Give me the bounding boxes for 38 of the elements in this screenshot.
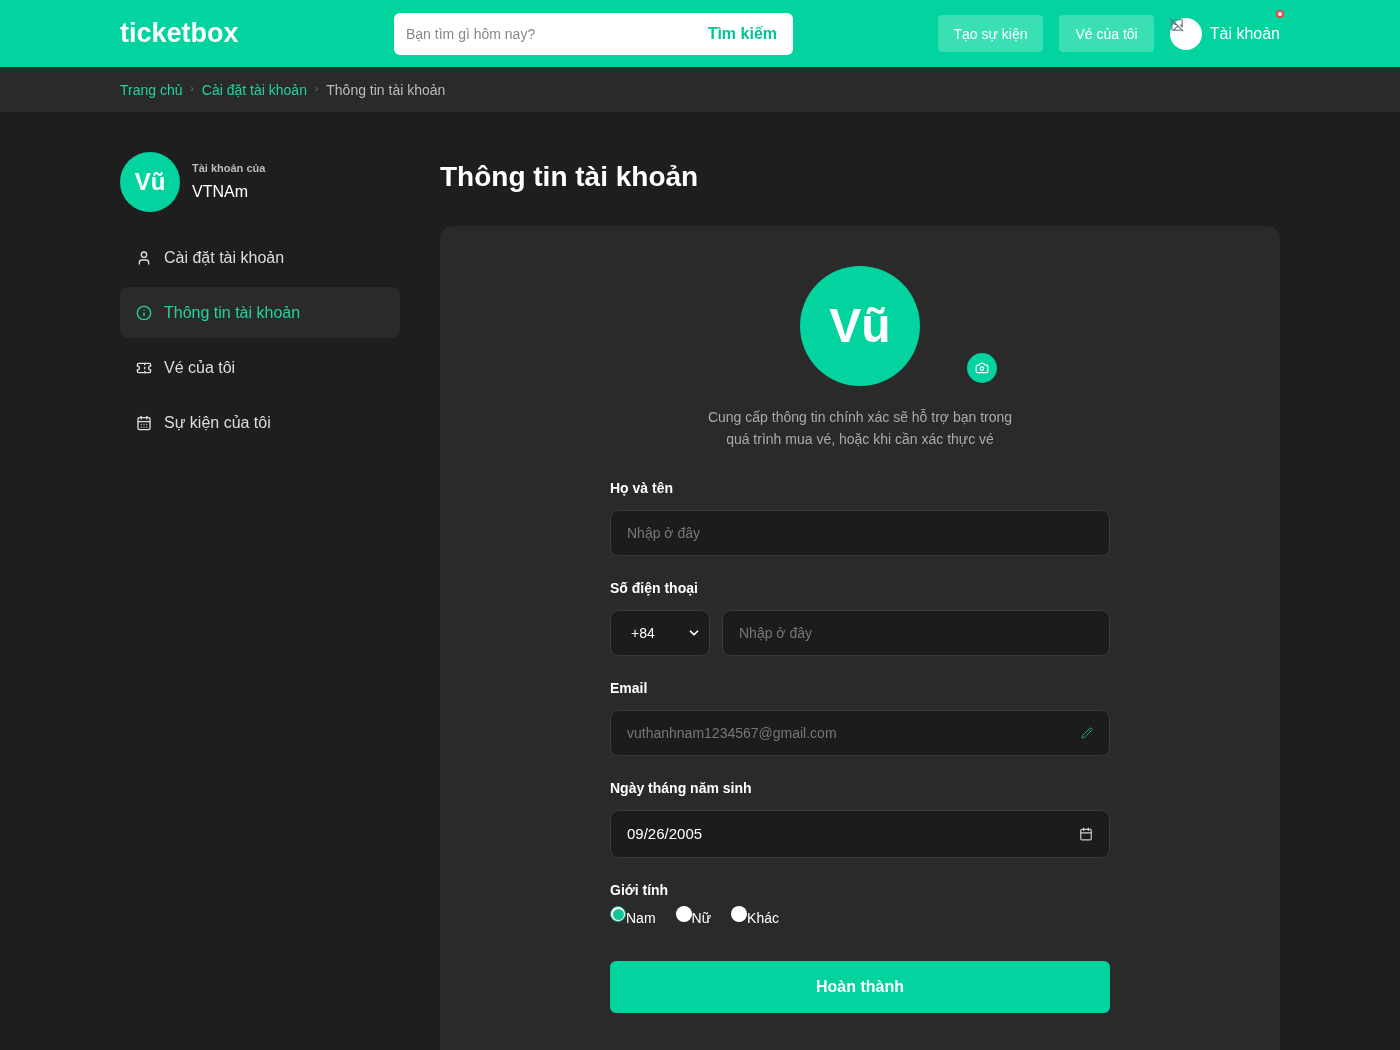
email-field[interactable]: vuthanhnam1234567@gmail.com (610, 710, 1110, 756)
field-label: Email (610, 679, 649, 698)
avatar: Vũ (120, 152, 180, 212)
user-icon (136, 249, 152, 266)
name-field[interactable]: Nhập ở đây (610, 510, 1110, 556)
separator-icon: › (314, 82, 319, 97)
field-label: Họ và tên (610, 479, 674, 498)
profile-avatar: Vũ (800, 266, 920, 386)
account-caption: Tài khoản của (192, 160, 266, 176)
sidebar-item[interactable]: Cài đặt tài khoản (120, 232, 400, 283)
description: Cung cấp thông tin chính xác sẽ hỗ trợ bạn trong quá trình mua vé, hoặc khi cần xác thực vé (706, 408, 1014, 449)
calendar-icon (1079, 827, 1093, 841)
broken-image-icon (1169, 17, 1184, 32)
date-field[interactable]: 09/26/2005 (610, 810, 1110, 858)
avatar-icon[interactable] (1169, 17, 1202, 50)
sidebar-item[interactable]: Sự kiện của tôi (120, 397, 400, 448)
pencil-icon (1081, 727, 1093, 739)
gender-radio[interactable]: Nữ (675, 908, 712, 928)
info-icon (136, 304, 152, 321)
field-label: Giới tính (610, 881, 670, 900)
email-value: vuthanhnam1234567@gmail.com (627, 724, 837, 743)
country-code-select[interactable]: +84 (610, 610, 710, 656)
field-label: Ngày tháng năm sinh (610, 779, 753, 798)
date-value: 09/26/2005 (627, 823, 703, 844)
breadcrumb-link[interactable]: Cài đặt tài khoản (201, 79, 307, 100)
page-title: Thông tin tài khoản (440, 160, 700, 194)
sidebar-item[interactable]: Vé của tôi (120, 342, 400, 393)
username: VTNAm (192, 182, 249, 203)
phone-field[interactable]: Nhập ở đây (722, 610, 1110, 656)
sidebar-item[interactable]: Thông tin tài khoản (120, 287, 400, 338)
separator-icon: › (190, 82, 194, 97)
breadcrumb-link[interactable]: Trang chủ (120, 79, 183, 100)
gender-radio[interactable]: Khác (731, 908, 779, 928)
camera-button[interactable] (967, 353, 997, 383)
field-label: Số điện thoại (610, 579, 699, 598)
camera-icon (975, 361, 989, 375)
calendar-icon (136, 414, 152, 431)
gender-radio[interactable]: Nam (610, 908, 656, 928)
